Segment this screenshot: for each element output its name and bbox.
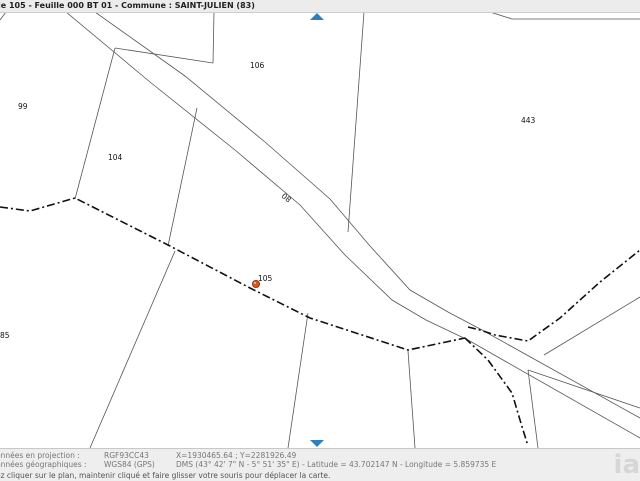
- parcel-label-443[interactable]: 443: [521, 116, 536, 125]
- parcel-lines: [0, 12, 640, 448]
- projection-system: RGF93CC43: [104, 451, 149, 460]
- drag-hint: ez cliquer sur le plan, maintenir cliqué…: [0, 471, 331, 480]
- watermark-logo: ia: [613, 450, 640, 480]
- road-label: 08: [280, 191, 293, 204]
- info-panel: onnées en projection : RGF93CC43 X=19304…: [0, 448, 640, 481]
- location-marker-icon[interactable]: [251, 279, 260, 288]
- pan-down-icon[interactable]: [310, 440, 324, 447]
- parcel-label-106[interactable]: 106: [250, 61, 265, 70]
- geographic-system: WGS84 (GPS): [104, 460, 155, 469]
- projection-label: onnées en projection :: [0, 451, 80, 460]
- pan-up-icon[interactable]: [310, 13, 324, 20]
- map-title: le 105 - Feuille 000 BT 01 - Commune : S…: [0, 1, 255, 10]
- parcel-label-85[interactable]: 85: [0, 331, 10, 340]
- parcel-label-99[interactable]: 99: [18, 102, 28, 111]
- parcel-label-104[interactable]: 104: [108, 153, 123, 162]
- cadastral-map[interactable]: 99 104 106 443 105 85 08: [0, 12, 640, 448]
- road: [65, 12, 640, 439]
- geographic-coords: DMS (43° 42' 7" N - 5° 51' 35" E) - Lati…: [176, 460, 497, 469]
- commune-boundary: [0, 197, 640, 447]
- geographic-label: onnées géographiques :: [0, 460, 87, 469]
- projection-coords: X=1930465.64 ; Y=2281926.49: [176, 451, 297, 460]
- map-title-bar: le 105 - Feuille 000 BT 01 - Commune : S…: [0, 0, 640, 13]
- parcel-label-105[interactable]: 105: [258, 274, 273, 283]
- map-canvas[interactable]: 99 104 106 443 105 85 08: [0, 12, 640, 448]
